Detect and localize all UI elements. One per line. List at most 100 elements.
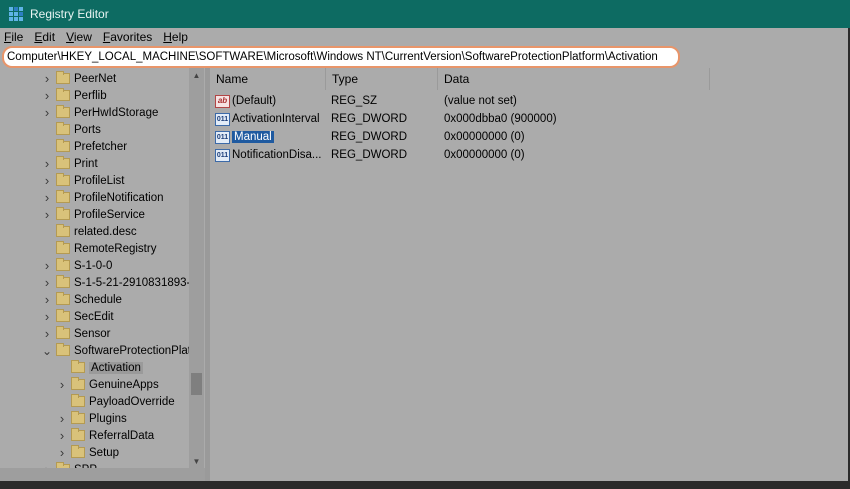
- tree-item-label: PeerNet: [74, 72, 117, 85]
- tree-item-label: ReferralData: [89, 429, 155, 442]
- tree-item[interactable]: › PerHwIdStorage: [42, 104, 158, 121]
- chevron-right-icon[interactable]: ›: [42, 88, 52, 103]
- value-row[interactable]: 011 Manual REG_DWORD 0x00000000 (0): [210, 128, 850, 146]
- tree-item-label: Setup: [89, 446, 120, 459]
- chevron-right-icon[interactable]: ›: [57, 445, 67, 460]
- folder-icon: [56, 156, 70, 169]
- tree-item[interactable]: › ReferralData: [57, 427, 154, 444]
- menu-label-rest: iew: [73, 30, 92, 44]
- chevron-right-icon[interactable]: ›: [42, 275, 52, 290]
- tree-item[interactable]: › Print: [42, 155, 98, 172]
- tree-item[interactable]: › GenuineApps: [57, 376, 159, 393]
- menu-view[interactable]: View: [66, 30, 92, 44]
- folder-icon: [71, 445, 85, 458]
- chevron-right-icon[interactable]: ›: [57, 377, 67, 392]
- column-header-type[interactable]: Type: [326, 68, 438, 90]
- tree-item[interactable]: › S-1-5-21-2910831893-2: [42, 274, 197, 291]
- value-type: REG_SZ: [331, 95, 378, 107]
- value-type: REG_DWORD: [331, 113, 408, 125]
- chevron-right-icon[interactable]: ›: [57, 411, 67, 426]
- tree-item[interactable]: › SecEdit: [42, 308, 114, 325]
- tree-horizontal-scrollbar[interactable]: [0, 468, 205, 481]
- tree-item-label: Plugins: [89, 412, 127, 425]
- menu-edit[interactable]: Edit: [34, 30, 55, 44]
- chevron-right-icon[interactable]: ›: [42, 258, 52, 273]
- chevron-right-icon[interactable]: ›: [42, 105, 52, 120]
- tree-item[interactable]: Prefetcher: [42, 138, 127, 155]
- string-value-icon: ab: [215, 94, 230, 108]
- chevron-right-icon[interactable]: ›: [42, 292, 52, 307]
- tree-item-label: PerHwIdStorage: [74, 106, 159, 119]
- folder-icon: [56, 292, 70, 305]
- tree-item-label: Sensor: [74, 327, 111, 340]
- address-bar[interactable]: Computer\HKEY_LOCAL_MACHINE\SOFTWARE\Mic…: [2, 46, 680, 68]
- tree-item[interactable]: Activation: [57, 359, 143, 376]
- tree-item-label: ProfileNotification: [74, 191, 164, 204]
- tree-item[interactable]: related.desc: [42, 223, 137, 240]
- chevron-right-icon[interactable]: ›: [42, 207, 52, 222]
- column-header-data[interactable]: Data: [438, 68, 710, 90]
- tree-item-label: Activation: [89, 361, 143, 374]
- column-header-name[interactable]: Name: [210, 68, 326, 90]
- chevron-right-icon[interactable]: ›: [42, 156, 52, 171]
- tree-item[interactable]: › Schedule: [42, 291, 122, 308]
- title-bar[interactable]: Registry Editor: [0, 0, 850, 28]
- tree-item[interactable]: › Sensor: [42, 325, 110, 342]
- folder-icon: [56, 258, 70, 271]
- values-list[interactable]: Name Type Data ab (Default) REG_SZ (value n…: [210, 68, 850, 481]
- menu-help[interactable]: Help: [163, 30, 188, 44]
- chevron-right-icon[interactable]: ›: [42, 326, 52, 341]
- value-name-cell: 011 NotificationDisa...: [215, 146, 321, 164]
- tree-item[interactable]: ⌄ SoftwareProtectionPlat: [42, 342, 191, 359]
- chevron-right-icon[interactable]: ›: [42, 71, 52, 86]
- tree-vertical-scrollbar[interactable]: ▲ ▼: [189, 68, 204, 468]
- tree-item[interactable]: › ProfileList: [42, 172, 125, 189]
- folder-icon: [56, 224, 70, 237]
- chevron-right-icon[interactable]: ›: [57, 428, 67, 443]
- tree-item-label: PayloadOverride: [89, 395, 175, 408]
- expander-placeholder: [57, 363, 67, 373]
- menu-favorites[interactable]: Favorites: [103, 30, 152, 44]
- chevron-right-icon[interactable]: ›: [42, 309, 52, 324]
- registry-editor-icon: [9, 7, 23, 21]
- expander-placeholder: [42, 125, 52, 135]
- tree-item-label: ProfileService: [74, 208, 145, 221]
- scroll-up-icon[interactable]: ▲: [189, 68, 204, 82]
- folder-icon: [71, 428, 85, 441]
- expander-placeholder: [42, 244, 52, 254]
- tree-item[interactable]: › Perflib: [42, 87, 107, 104]
- scroll-down-icon[interactable]: ▼: [189, 454, 204, 468]
- tree-item[interactable]: Ports: [42, 121, 101, 138]
- tree-item-label: S-1-0-0: [74, 259, 113, 272]
- tree-item-label: SecEdit: [74, 310, 114, 323]
- scroll-thumb[interactable]: [191, 373, 202, 395]
- menu-label-rest: avorites: [110, 30, 153, 44]
- folder-icon: [71, 360, 85, 373]
- tree-item[interactable]: › ProfileNotification: [42, 189, 163, 206]
- folder-icon: [56, 105, 70, 118]
- chevron-right-icon[interactable]: ›: [42, 190, 52, 205]
- folder-icon: [56, 122, 70, 135]
- tree-item[interactable]: › Setup: [57, 444, 119, 461]
- folder-icon: [56, 88, 70, 101]
- tree-item-label: S-1-5-21-2910831893-2: [74, 276, 197, 289]
- chevron-down-icon[interactable]: ⌄: [42, 344, 52, 358]
- key-tree[interactable]: › PeerNet › Perflib › PerHwIdStorage Ports Pref…: [0, 68, 205, 481]
- expander-placeholder: [42, 142, 52, 152]
- folder-icon: [56, 139, 70, 152]
- tree-item[interactable]: PayloadOverride: [57, 393, 175, 410]
- binary-value-icon: 011: [215, 112, 230, 126]
- tree-item[interactable]: › Plugins: [57, 410, 127, 427]
- tree-item[interactable]: RemoteRegistry: [42, 240, 156, 257]
- value-row[interactable]: 011 ActivationInterval REG_DWORD 0x000dbba0…: [210, 110, 850, 128]
- value-type: REG_DWORD: [331, 149, 408, 161]
- tree-item[interactable]: › S-1-0-0: [42, 257, 112, 274]
- value-row[interactable]: ab (Default) REG_SZ (value not set): [210, 92, 850, 110]
- value-row[interactable]: 011 NotificationDisa... REG_DWORD 0x0000000…: [210, 146, 850, 164]
- tree-item[interactable]: › ProfileService: [42, 206, 145, 223]
- tree-item[interactable]: › PeerNet: [42, 70, 116, 87]
- menu-bar: File Edit View Favorites Help: [0, 28, 850, 46]
- menu-file[interactable]: File: [4, 30, 23, 44]
- chevron-right-icon[interactable]: ›: [42, 173, 52, 188]
- tree-item-label: ProfileList: [74, 174, 125, 187]
